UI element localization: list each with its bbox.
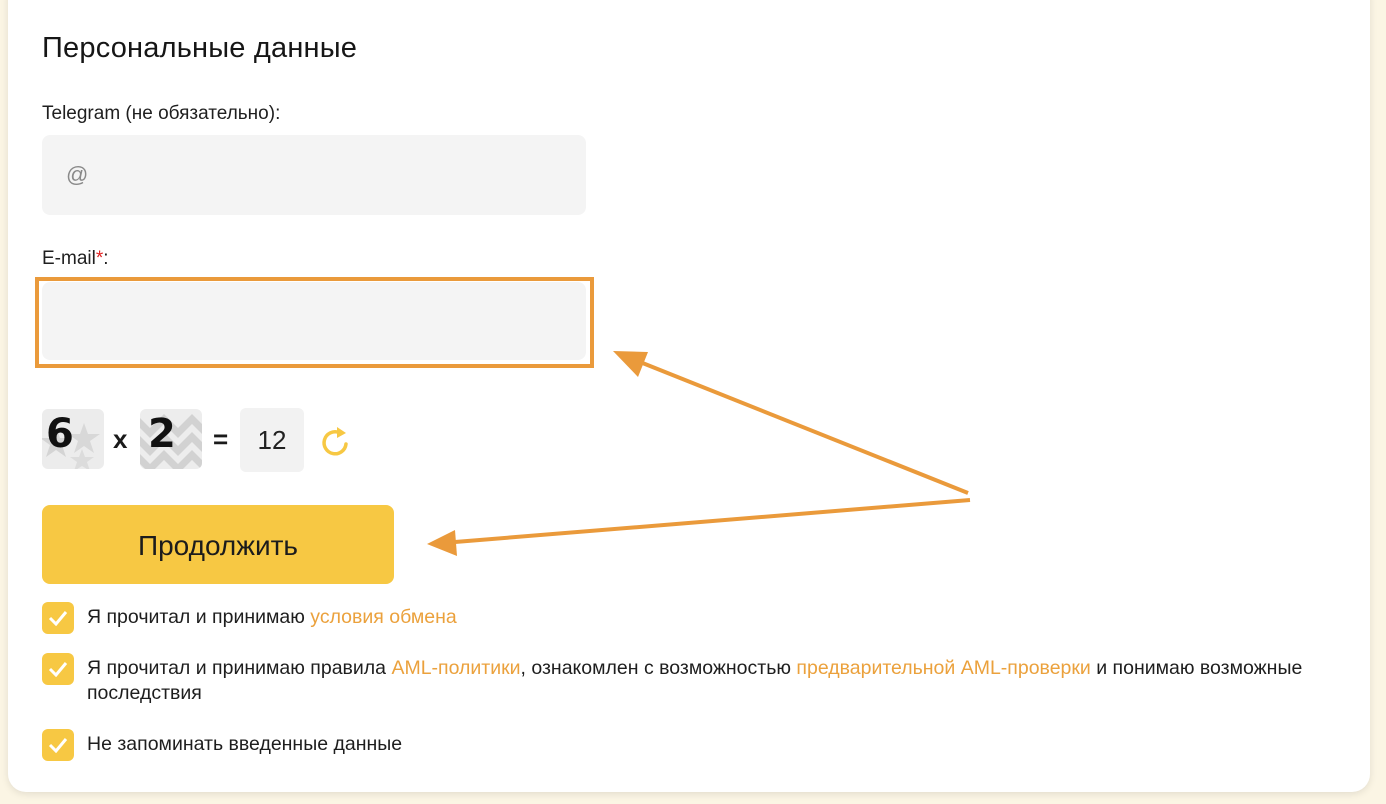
captcha-operator: x — [113, 424, 128, 454]
aml-checkbox-row: Я прочитал и принимаю правила AML-полити… — [42, 653, 1342, 709]
aml-checkbox-label: Я прочитал и принимаю правила AML-полити… — [87, 656, 1342, 706]
aml-precheck-link[interactable]: предварительной AML-проверки — [796, 657, 1090, 679]
email-label-colon: : — [103, 248, 109, 269]
aml-checkbox[interactable] — [42, 653, 74, 685]
continue-button[interactable]: Продолжить — [42, 505, 394, 584]
telegram-input[interactable] — [42, 135, 586, 215]
captcha-digit-tile-2: 2 — [140, 409, 202, 469]
refresh-icon[interactable] — [318, 424, 354, 460]
terms-checkbox-row: Я прочитал и принимаю условия обмена — [42, 602, 1342, 636]
captcha-equals: = — [213, 424, 229, 454]
checkmark-icon — [48, 662, 68, 677]
email-label: E-mail*: — [42, 248, 109, 270]
captcha-answer[interactable]: 12 — [240, 408, 304, 472]
telegram-label: Telegram (не обязательно): — [42, 103, 281, 124]
captcha-first-digit: 6 — [46, 411, 74, 457]
terms-checkbox-label: Я прочитал и принимаю условия обмена — [87, 605, 457, 630]
terms-checkbox[interactable] — [42, 602, 74, 634]
aml-policy-link[interactable]: AML-политики — [391, 657, 520, 679]
checkmark-icon — [48, 738, 68, 753]
no-remember-checkbox-label: Не запоминать введенные данные — [87, 733, 403, 755]
checkmark-icon — [48, 611, 68, 626]
terms-text: Я прочитал и принимаю — [87, 606, 311, 628]
no-remember-checkbox-row: Не запоминать введенные данные — [42, 729, 1342, 763]
email-highlight-annotation — [35, 277, 594, 368]
page-title: Персональные данные — [42, 32, 358, 64]
captcha-second-digit: 2 — [148, 411, 176, 457]
exchange-terms-link[interactable]: условия обмена — [310, 606, 456, 628]
email-label-text: E-mail — [42, 248, 96, 269]
captcha-digit-tile-1: 6 — [42, 409, 104, 469]
aml-text-before: Я прочитал и принимаю правила — [87, 657, 392, 679]
aml-text-middle: , ознакомлен с возможностью — [520, 657, 797, 679]
no-remember-checkbox[interactable] — [42, 729, 74, 761]
